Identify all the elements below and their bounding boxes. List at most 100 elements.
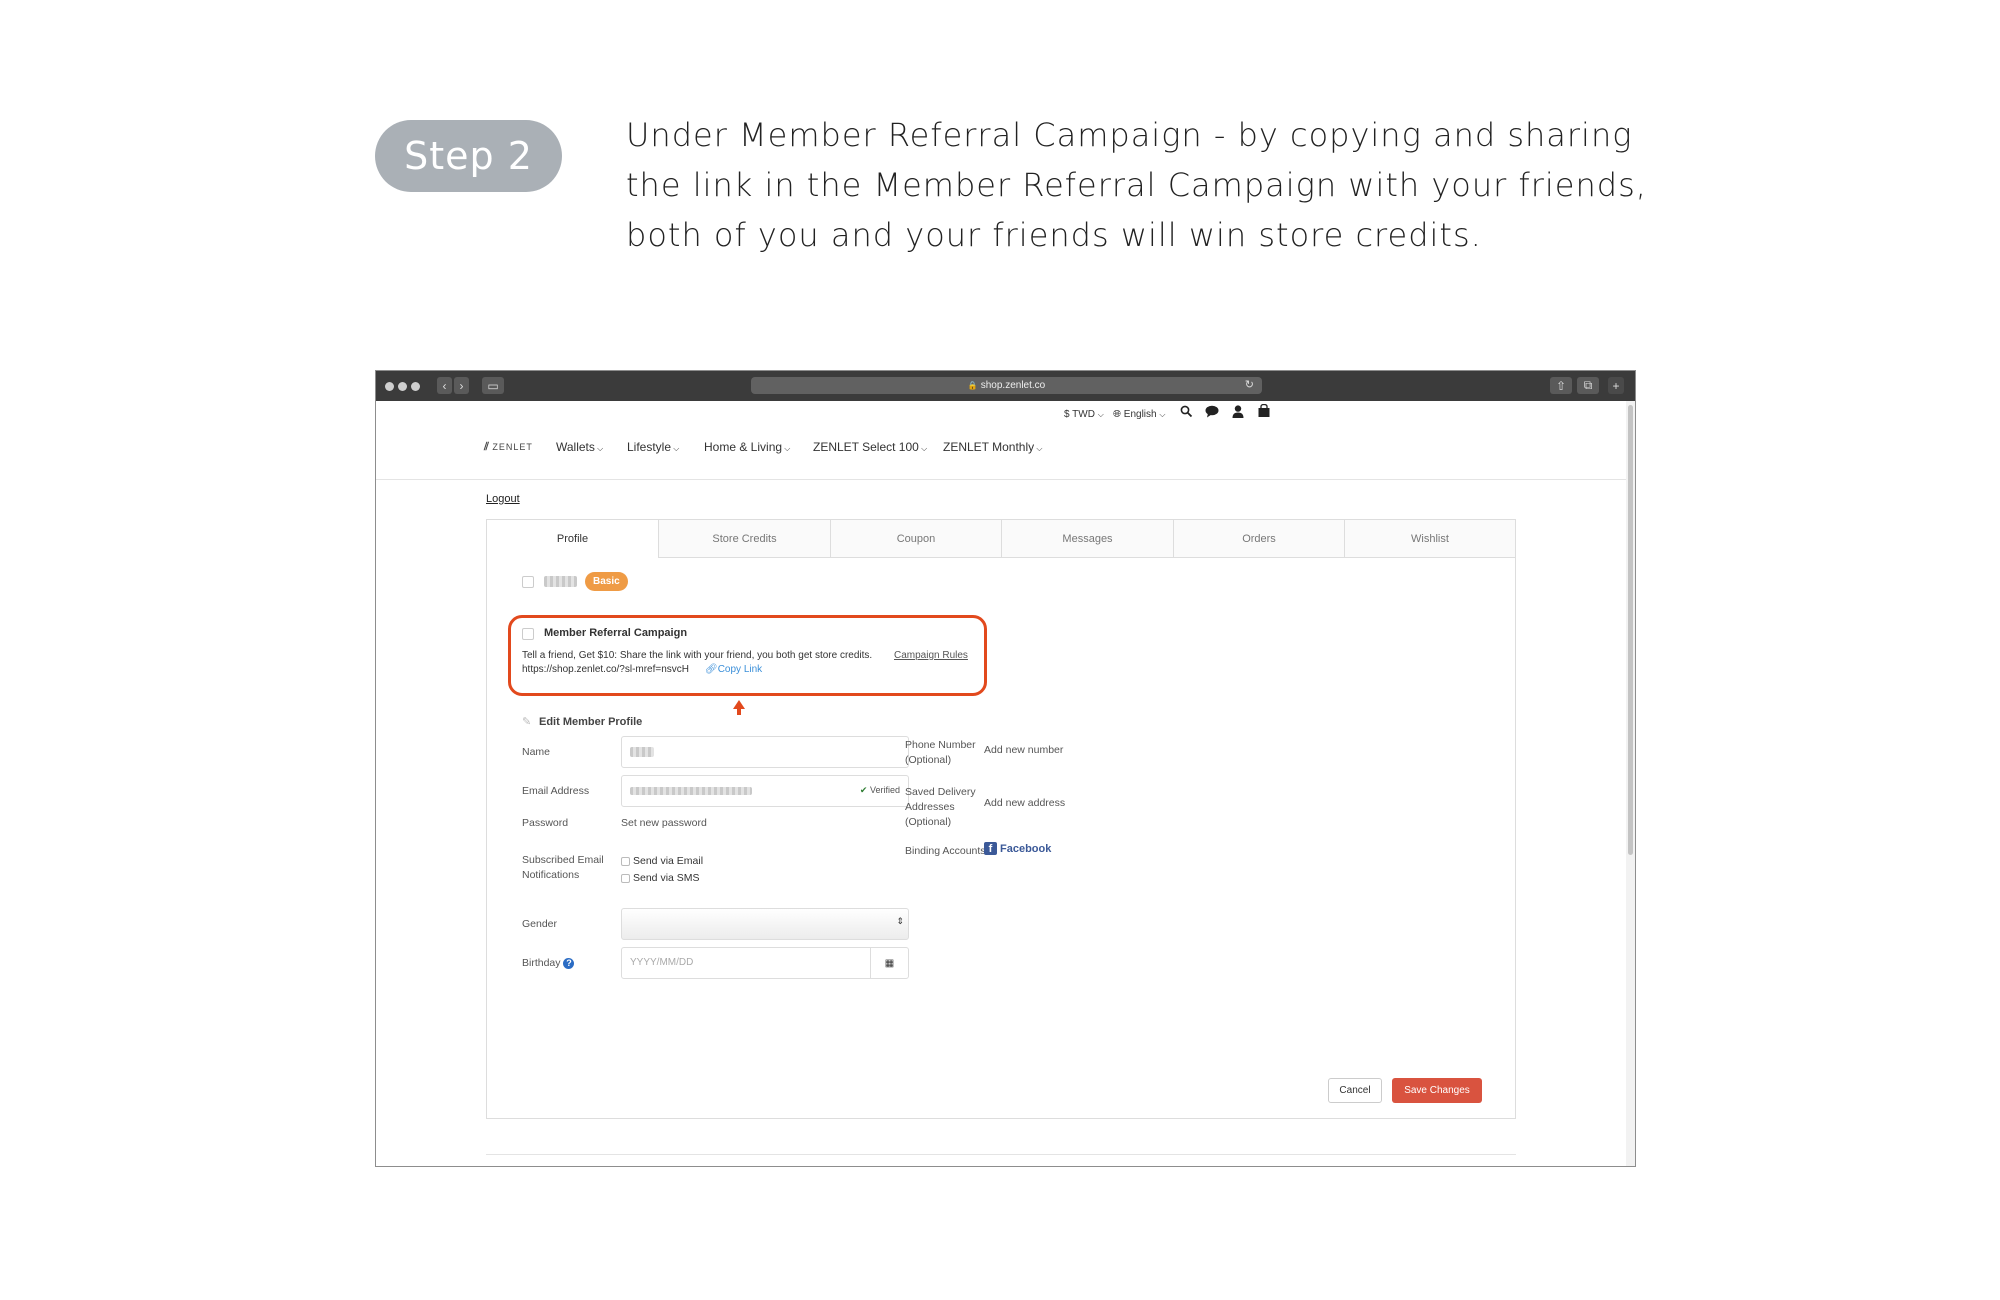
menu-label: ZENLET Select 100 xyxy=(813,440,919,454)
cart-icon[interactable] xyxy=(1258,403,1270,420)
menu-label: Home & Living xyxy=(704,440,783,454)
notify-sms-checkbox[interactable] xyxy=(621,874,630,883)
help-icon[interactable]: ? xyxy=(563,958,575,969)
notifications-label: Subscribed Email Notifications xyxy=(522,853,604,883)
new-tab-icon[interactable]: + xyxy=(1608,377,1624,394)
phone-label-line: Phone Number xyxy=(905,739,976,751)
address-label-line: Addresses xyxy=(905,801,955,813)
notify-sms-label: Send via SMS xyxy=(633,872,700,884)
set-password-link[interactable]: Set new password xyxy=(621,816,707,831)
chevron-down-icon: ⌵ xyxy=(1034,444,1043,453)
close-window-icon[interactable] xyxy=(385,382,394,391)
menu-label: Lifestyle xyxy=(627,440,672,454)
chevron-down-icon: ⌵ xyxy=(782,444,791,453)
scrollbar-thumb[interactable] xyxy=(1628,405,1633,855)
globe-icon: 🌐︎ xyxy=(1113,409,1121,420)
instruction-line: both of you and your friends will win st… xyxy=(626,216,1482,254)
chevron-down-icon: ⌵ xyxy=(594,444,604,453)
share-icon[interactable]: ⇧ xyxy=(1550,377,1572,394)
copy-link-button[interactable]: 🔗︎Copy Link xyxy=(705,664,762,675)
referral-title: Member Referral Campaign xyxy=(544,627,688,639)
birthday-placeholder: YYYY/MM/DD xyxy=(630,957,694,968)
menu-label: Wallets xyxy=(556,440,595,454)
referral-description: Tell a friend, Get $10: Share the link w… xyxy=(522,650,873,661)
language-selector[interactable]: 🌐︎ English ⌵ xyxy=(1113,409,1165,420)
chevron-down-icon: ⌵ xyxy=(671,444,680,453)
name-value-blurred xyxy=(630,747,654,757)
menu-label: ZENLET Monthly xyxy=(943,440,1035,454)
menu-item-home-living[interactable]: Home & Living ⌵ xyxy=(704,440,790,454)
tab-profile[interactable]: Profile xyxy=(487,520,658,558)
notify-email-checkbox[interactable] xyxy=(621,857,630,866)
birthday-input[interactable]: YYYY/MM/DD ▦ xyxy=(621,947,909,979)
facebook-label: Facebook xyxy=(1000,842,1052,855)
verified-status: ✔ Verified xyxy=(860,785,900,796)
instruction-line: Under Member Referral Campaign - by copy… xyxy=(626,116,1633,154)
tab-orders[interactable]: Orders xyxy=(1173,520,1344,558)
chat-icon[interactable] xyxy=(1205,405,1219,421)
phone-label: Phone Number (Optional) xyxy=(905,738,976,768)
email-value-blurred xyxy=(630,787,752,795)
sidebar-icon[interactable]: ▭ xyxy=(482,377,504,394)
chevron-down-icon: ⌵ xyxy=(918,444,928,453)
language-label: English xyxy=(1123,409,1157,420)
facebook-binding-button[interactable]: f Facebook xyxy=(984,842,1051,855)
member-name-blurred xyxy=(544,576,577,587)
address-bar[interactable]: 🔒 shop.zenlet.co ↻ xyxy=(751,377,1262,394)
add-address-link[interactable]: Add new address xyxy=(984,796,1065,811)
back-icon[interactable]: ‹ xyxy=(437,377,452,394)
tab-messages[interactable]: Messages xyxy=(1001,520,1173,558)
instruction-text: Under Member Referral Campaign - by copy… xyxy=(626,110,1656,260)
verified-label: Verified xyxy=(869,785,900,795)
birthday-label-text: Birthday xyxy=(522,957,561,969)
user-icon[interactable] xyxy=(1232,405,1244,421)
phone-label-line: (Optional) xyxy=(905,754,952,766)
birthday-label: Birthday ? xyxy=(522,956,575,971)
arrow-stem xyxy=(737,709,741,715)
currency-selector[interactable]: $ TWD ⌵ xyxy=(1064,409,1104,420)
check-icon: ✔ xyxy=(859,785,868,795)
name-input[interactable] xyxy=(621,736,909,768)
save-changes-button[interactable]: Save Changes xyxy=(1392,1078,1482,1103)
notify-email-option[interactable]: Send via Email xyxy=(621,854,703,869)
email-input[interactable]: ✔ Verified xyxy=(621,775,909,807)
tab-store-credits[interactable]: Store Credits xyxy=(658,520,830,558)
tab-wishlist[interactable]: Wishlist xyxy=(1344,520,1515,558)
campaign-rules-link[interactable]: Campaign Rules xyxy=(894,650,968,661)
menu-item-monthly[interactable]: ZENLET Monthly ⌵ xyxy=(943,440,1042,454)
logo-mark-icon: ⫽ xyxy=(484,441,489,453)
tab-coupon[interactable]: Coupon xyxy=(830,520,1001,558)
select-arrows-icon: ⇕ xyxy=(896,916,904,926)
menu-item-wallets[interactable]: Wallets ⌵ xyxy=(556,440,603,454)
menu-item-select-100[interactable]: ZENLET Select 100 ⌵ xyxy=(813,440,927,454)
notifications-label-line: Notifications xyxy=(522,869,580,881)
calendar-icon[interactable]: ▦ xyxy=(870,948,908,978)
instruction-line: the link in the Member Referral Campaign… xyxy=(626,166,1647,204)
pencil-icon: ✎ xyxy=(522,716,532,728)
browser-window: ‹ › ▭ 🔒 shop.zenlet.co ↻ ⇧ ⧉ + $ TWD ⌵ 🌐… xyxy=(375,370,1636,1167)
logo[interactable]: ⫽ ZENLET xyxy=(484,441,533,454)
minimize-window-icon[interactable] xyxy=(398,382,407,391)
binding-label: Binding Accounts xyxy=(905,845,986,857)
notify-sms-option[interactable]: Send via SMS xyxy=(621,871,700,886)
reload-icon[interactable]: ↻ xyxy=(1245,378,1254,391)
name-label: Name xyxy=(522,746,551,758)
url-text: shop.zenlet.co xyxy=(980,380,1046,391)
menu-item-lifestyle[interactable]: Lifestyle ⌵ xyxy=(627,440,679,454)
footer-divider xyxy=(486,1154,1516,1155)
tabs-overview-icon[interactable]: ⧉ xyxy=(1577,377,1599,394)
cancel-button[interactable]: Cancel xyxy=(1328,1078,1382,1103)
notify-email-label: Send via Email xyxy=(633,855,704,867)
forward-icon[interactable]: › xyxy=(454,377,469,394)
nav-divider xyxy=(376,479,1628,480)
scrollbar[interactable] xyxy=(1626,401,1635,1166)
tier-badge: Basic xyxy=(585,572,628,591)
currency-label: $ TWD xyxy=(1064,409,1095,420)
gender-label: Gender xyxy=(522,918,558,930)
gender-select[interactable]: ⇕ xyxy=(621,908,909,940)
logout-link[interactable]: Logout xyxy=(486,493,520,505)
maximize-window-icon[interactable] xyxy=(411,382,420,391)
add-number-link[interactable]: Add new number xyxy=(984,743,1063,758)
lock-icon: 🔒 xyxy=(967,381,978,390)
search-icon[interactable] xyxy=(1180,405,1193,421)
